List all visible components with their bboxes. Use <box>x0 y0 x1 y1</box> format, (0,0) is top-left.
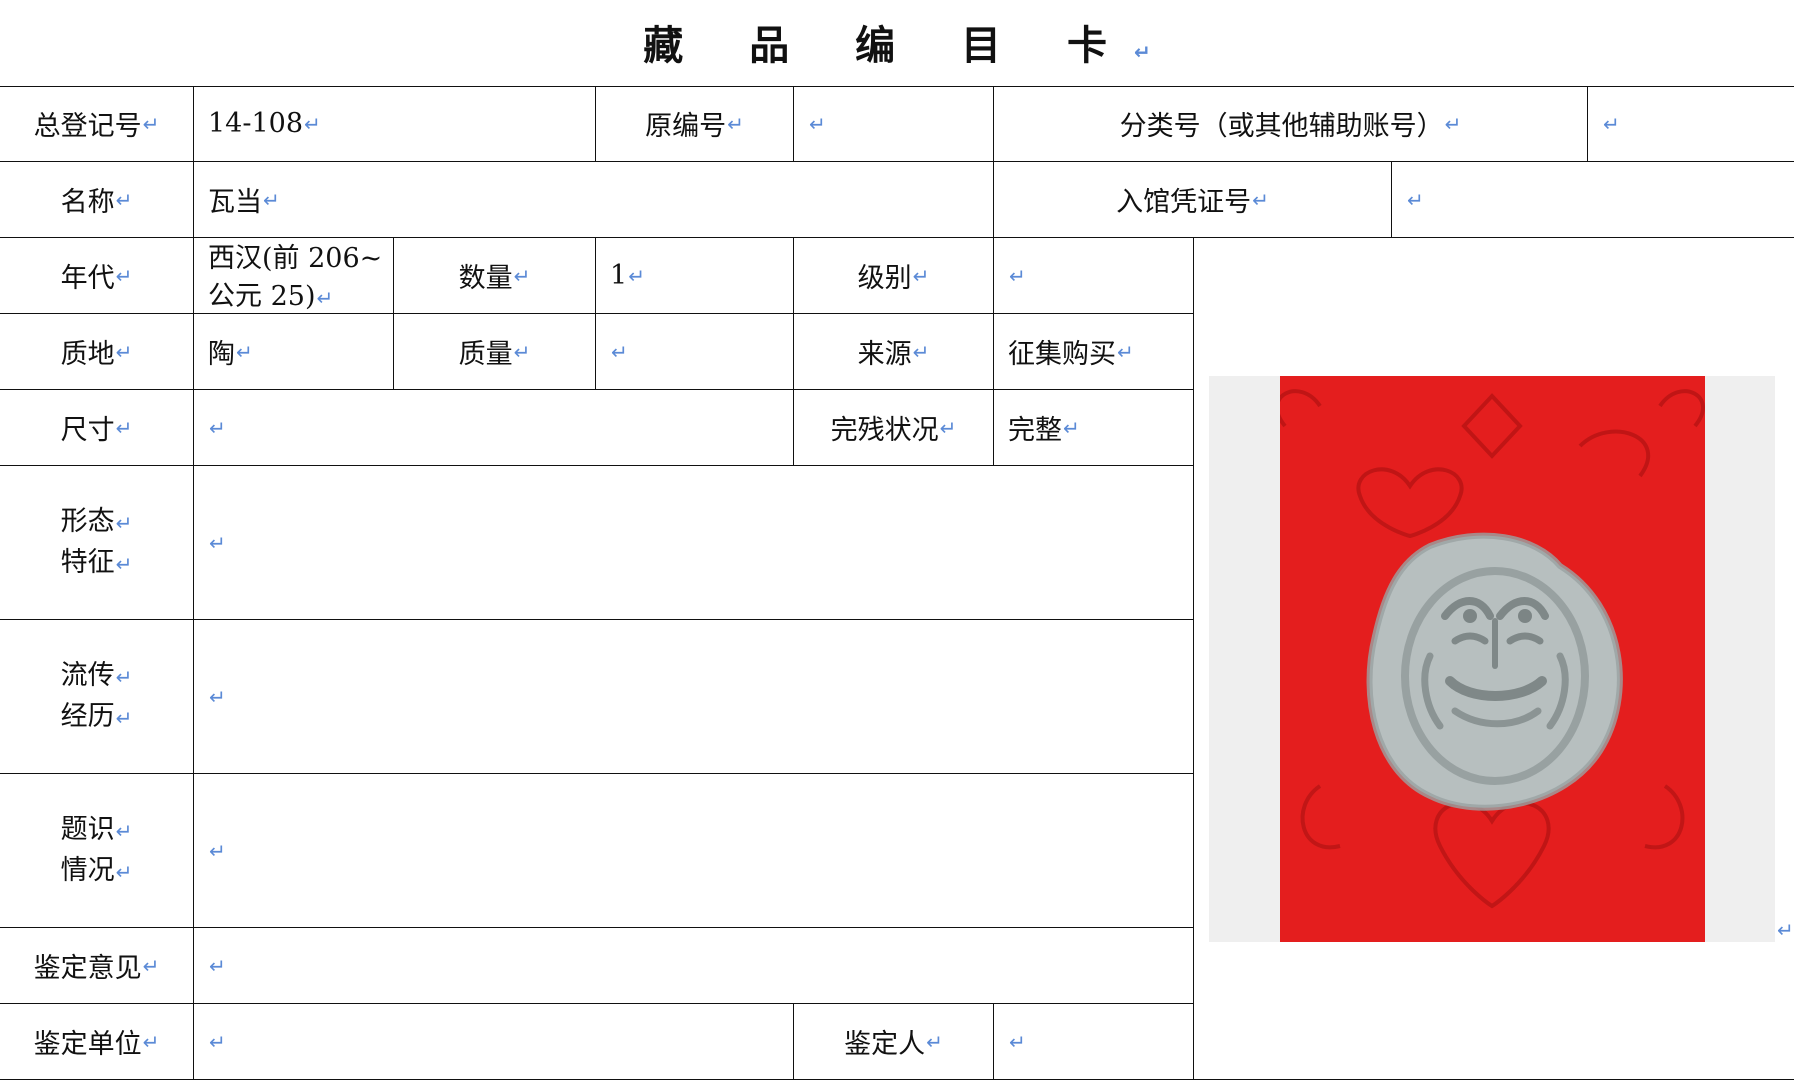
roof-tile-end-photo <box>1280 376 1705 942</box>
appraisal-opinion-value: ↵ <box>194 928 1194 1004</box>
registration-no-label: 总登记号 ↵ <box>0 86 194 162</box>
appraisal-unit-value: ↵ <box>194 1004 794 1080</box>
name-value: 瓦当 ↵ <box>194 162 994 238</box>
original-no-label: 原编号 ↵ <box>596 86 794 162</box>
appraisal-opinion-label: 鉴定意见 ↵ <box>0 928 194 1004</box>
photo-frame <box>1209 376 1775 942</box>
grade-value: ↵ <box>994 238 1194 314</box>
provenance-value: ↵ <box>194 620 1194 774</box>
weight-value: ↵ <box>596 314 794 390</box>
form-features-value: ↵ <box>194 466 1194 620</box>
name-label: 名称 ↵ <box>0 162 194 238</box>
condition-value: 完整 ↵ <box>994 390 1194 466</box>
grade-label: 级别 ↵ <box>794 238 994 314</box>
appraiser-label: 鉴定人 ↵ <box>794 1004 994 1080</box>
appraisal-unit-label: 鉴定单位 ↵ <box>0 1004 194 1080</box>
age-label: 年代 ↵ <box>0 238 194 314</box>
appraiser-value: ↵ <box>994 1004 1194 1080</box>
material-value: 陶 ↵ <box>194 314 394 390</box>
quantity-value: 1 ↵ <box>596 238 794 314</box>
size-value: ↵ <box>194 390 794 466</box>
voucher-no-value: ↵ <box>1392 162 1794 238</box>
classification-no-label: 分类号（或其他辅助账号） ↵ <box>994 86 1588 162</box>
inscription-label: 题识↵ 情况↵ <box>0 774 194 928</box>
card-title: 藏 品 编 目 卡↵ <box>643 23 1151 69</box>
source-value: 征集购买 ↵ <box>994 314 1194 390</box>
registration-no-value: 14-108 ↵ <box>194 86 596 162</box>
voucher-no-label: 入馆凭证号 ↵ <box>994 162 1392 238</box>
form-features-label: 形态↵ 特征↵ <box>0 466 194 620</box>
size-label: 尺寸 ↵ <box>0 390 194 466</box>
material-label: 质地 ↵ <box>0 314 194 390</box>
age-value: 西汉(前 206~ 公元 25)↵ <box>194 238 394 314</box>
trailing-return-mark: ↵ <box>1777 918 1794 942</box>
weight-label: 质量 ↵ <box>394 314 596 390</box>
source-label: 来源 ↵ <box>794 314 994 390</box>
quantity-label: 数量 ↵ <box>394 238 596 314</box>
original-no-value: ↵ <box>794 86 994 162</box>
condition-label: 完残状况 ↵ <box>794 390 994 466</box>
inscription-value: ↵ <box>194 774 1194 928</box>
provenance-label: 流传↵ 经历↵ <box>0 620 194 774</box>
classification-no-value: ↵ <box>1588 86 1794 162</box>
